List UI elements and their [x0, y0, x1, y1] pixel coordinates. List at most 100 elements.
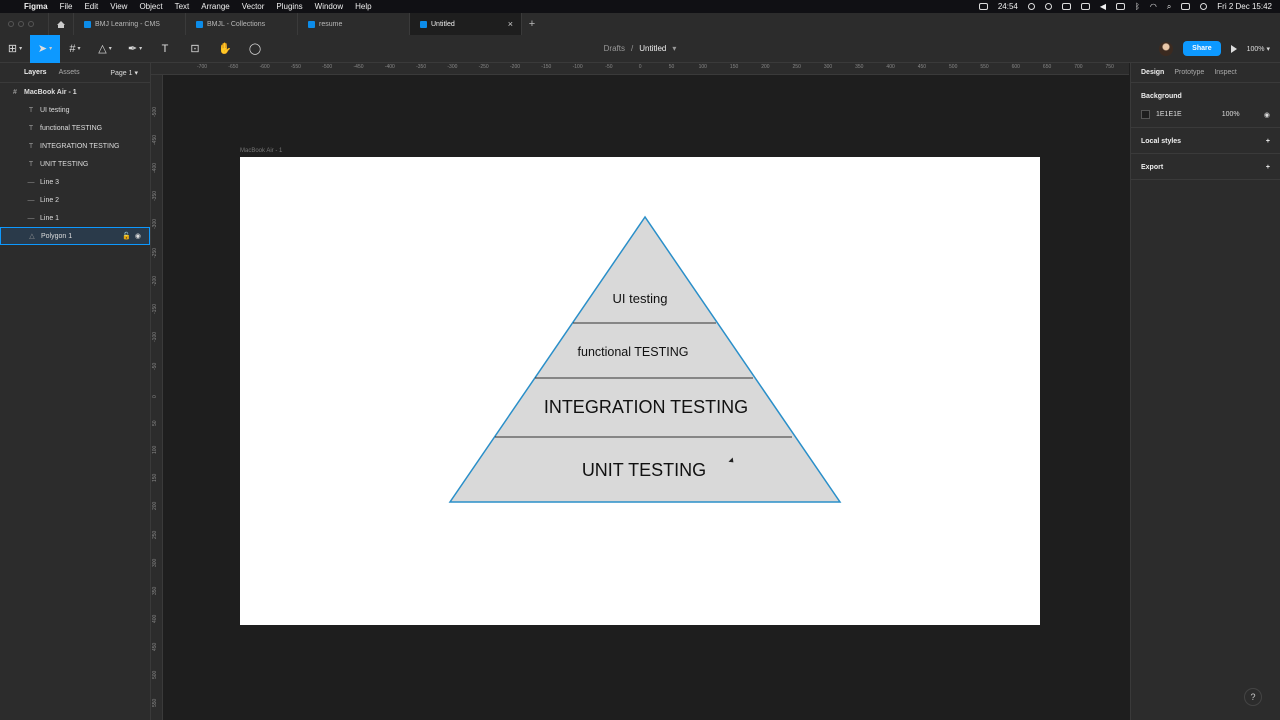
- menu-text[interactable]: Text: [175, 2, 190, 11]
- present-play-icon[interactable]: [1230, 44, 1237, 53]
- zoom-window-button[interactable]: [28, 21, 34, 27]
- page-name: Page 1: [110, 69, 133, 77]
- page-selector[interactable]: Page 1 ▾: [110, 69, 138, 77]
- layer-row[interactable]: — Line 1: [0, 209, 150, 227]
- airdrop-icon[interactable]: [1044, 3, 1052, 10]
- menu-view[interactable]: View: [110, 2, 127, 11]
- figma-file-icon: [308, 20, 315, 28]
- zoom-level-dropdown[interactable]: 100% ▾: [1247, 45, 1270, 53]
- keyboard-input-icon[interactable]: [1116, 3, 1126, 10]
- resources-button[interactable]: ⊡: [180, 35, 210, 63]
- move-tool-button[interactable]: ➤ ▾: [30, 34, 60, 63]
- add-plus-icon[interactable]: +: [1266, 164, 1270, 171]
- tab-prototype[interactable]: Prototype: [1174, 69, 1204, 76]
- control-center-icon[interactable]: [1181, 3, 1191, 10]
- ruler-tick-label: 500: [949, 64, 958, 70]
- hand-tool-button[interactable]: ✋: [210, 35, 240, 63]
- shape-tool-button[interactable]: △ ▾: [90, 35, 120, 63]
- layer-row[interactable]: — Line 2: [0, 191, 150, 209]
- figma-tab-bar: BMJ Learning - CMS BMJL - Collections re…: [0, 13, 1280, 35]
- layer-row[interactable]: △ Polygon 1 🔓 ◉: [0, 227, 150, 245]
- figma-file-icon: [84, 20, 91, 28]
- wifi-icon[interactable]: ◠: [1150, 2, 1157, 11]
- tab-bmj-learning-cms[interactable]: BMJ Learning - CMS: [74, 13, 186, 35]
- layer-row[interactable]: — Line 3: [0, 173, 150, 191]
- add-plus-icon[interactable]: +: [1266, 138, 1270, 145]
- ruler-tick-label: 150: [729, 64, 739, 70]
- menu-edit[interactable]: Edit: [84, 2, 98, 11]
- menubar-clock[interactable]: Fri 2 Dec 15:42: [1217, 2, 1272, 11]
- pen-tool-button[interactable]: ✒ ▾: [120, 35, 150, 63]
- menu-vector[interactable]: Vector: [242, 2, 265, 11]
- share-button[interactable]: Share: [1183, 41, 1221, 56]
- close-tab-icon[interactable]: ×: [508, 19, 513, 29]
- tab-bmjl-collections[interactable]: BMJL - Collections: [186, 13, 298, 35]
- search-icon[interactable]: ⌕: [1167, 2, 1171, 12]
- pyramid-label-ui-testing[interactable]: UI testing: [613, 291, 668, 306]
- ruler-tick-label: 450: [917, 64, 927, 70]
- ruler-tick-label: -300: [152, 219, 158, 230]
- layer-name: Polygon 1: [41, 232, 73, 240]
- frame-hash-icon: #: [69, 42, 76, 55]
- polygon-icon: △: [29, 233, 35, 240]
- ruler-tick-label: 350: [152, 586, 158, 595]
- frame-tool-button[interactable]: # ▾: [60, 35, 90, 63]
- menu-plugins[interactable]: Plugins: [276, 2, 302, 11]
- layer-frame-macbook-air[interactable]: # MacBook Air - 1: [0, 83, 150, 101]
- layer-list: T UI testing Tfunctional TESTING T INTEGRATI…: [0, 101, 150, 245]
- tab-assets[interactable]: Assets: [59, 69, 80, 76]
- bluetooth-icon[interactable]: ᛒ: [1135, 2, 1140, 11]
- clock-icon[interactable]: [1027, 3, 1035, 10]
- menu-arrange[interactable]: Arrange: [201, 2, 229, 11]
- chevron-down-icon[interactable]: ▾: [672, 44, 676, 53]
- screen-record-icon[interactable]: [978, 3, 988, 10]
- background-fill-row[interactable]: 1E1E1E 100% ◉: [1141, 110, 1270, 119]
- artboard-macbook-air[interactable]: UI testing functional TESTING INTEGRATIO…: [240, 157, 1040, 625]
- artboard-label[interactable]: MacBook Air - 1: [240, 148, 282, 154]
- tab-untitled[interactable]: Untitled ×: [410, 13, 522, 35]
- eye-icon[interactable]: ◉: [135, 232, 141, 240]
- new-tab-icon[interactable]: +: [522, 18, 542, 30]
- layer-row[interactable]: Tfunctional TESTING: [0, 119, 150, 137]
- background-color-swatch[interactable]: [1141, 110, 1150, 119]
- tab-inspect[interactable]: Inspect: [1214, 69, 1237, 76]
- volume-icon[interactable]: ◀: [1100, 2, 1106, 11]
- user-avatar[interactable]: [1159, 41, 1174, 56]
- menu-file[interactable]: File: [60, 2, 73, 11]
- comment-tool-button[interactable]: ◯: [240, 35, 270, 63]
- layer-row[interactable]: T INTEGRATION TESTING: [0, 137, 150, 155]
- layer-row[interactable]: T UI testing: [0, 101, 150, 119]
- pyramid-label-unit-testing[interactable]: UNIT TESTING: [582, 460, 706, 480]
- unlock-icon[interactable]: 🔓: [122, 232, 131, 240]
- ruler-tick-label: -450: [152, 135, 158, 146]
- tab-design[interactable]: Design: [1141, 69, 1164, 76]
- layer-row[interactable]: T UNIT TESTING: [0, 155, 150, 173]
- help-button[interactable]: ?: [1244, 688, 1262, 706]
- tab-resume[interactable]: resume: [298, 13, 410, 35]
- pyramid-diagram[interactable]: UI testing functional TESTING INTEGRATIO…: [240, 157, 1040, 625]
- background-hex-input[interactable]: 1E1E1E: [1156, 111, 1182, 118]
- layer-actions: 🔓 ◉: [122, 232, 141, 240]
- tab-layers[interactable]: Layers: [24, 69, 47, 76]
- siri-icon[interactable]: [1200, 3, 1208, 10]
- window-controls: [0, 21, 48, 27]
- file-name[interactable]: Untitled: [639, 44, 666, 53]
- text-tool-button[interactable]: T: [150, 35, 180, 63]
- background-opacity-input[interactable]: 100%: [1222, 111, 1240, 118]
- menu-app-name[interactable]: Figma: [24, 2, 48, 11]
- menu-object[interactable]: Object: [139, 2, 162, 11]
- home-button[interactable]: [48, 13, 74, 35]
- eye-icon[interactable]: ◉: [1264, 111, 1270, 119]
- chevron-down-icon: ▾: [139, 46, 143, 52]
- display-icon[interactable]: [1061, 3, 1071, 10]
- close-window-button[interactable]: [8, 21, 14, 27]
- breadcrumb-drafts[interactable]: Drafts: [604, 44, 625, 53]
- minimize-window-button[interactable]: [18, 21, 24, 27]
- pyramid-label-functional-testing[interactable]: functional TESTING: [578, 345, 689, 359]
- menu-window[interactable]: Window: [315, 2, 343, 11]
- pyramid-label-integration-testing[interactable]: INTEGRATION TESTING: [544, 397, 748, 417]
- export-section: Export +: [1131, 154, 1280, 180]
- battery-icon[interactable]: [1080, 3, 1090, 10]
- menu-help[interactable]: Help: [355, 2, 371, 11]
- main-menu-button[interactable]: ⊞ ▾: [0, 35, 30, 63]
